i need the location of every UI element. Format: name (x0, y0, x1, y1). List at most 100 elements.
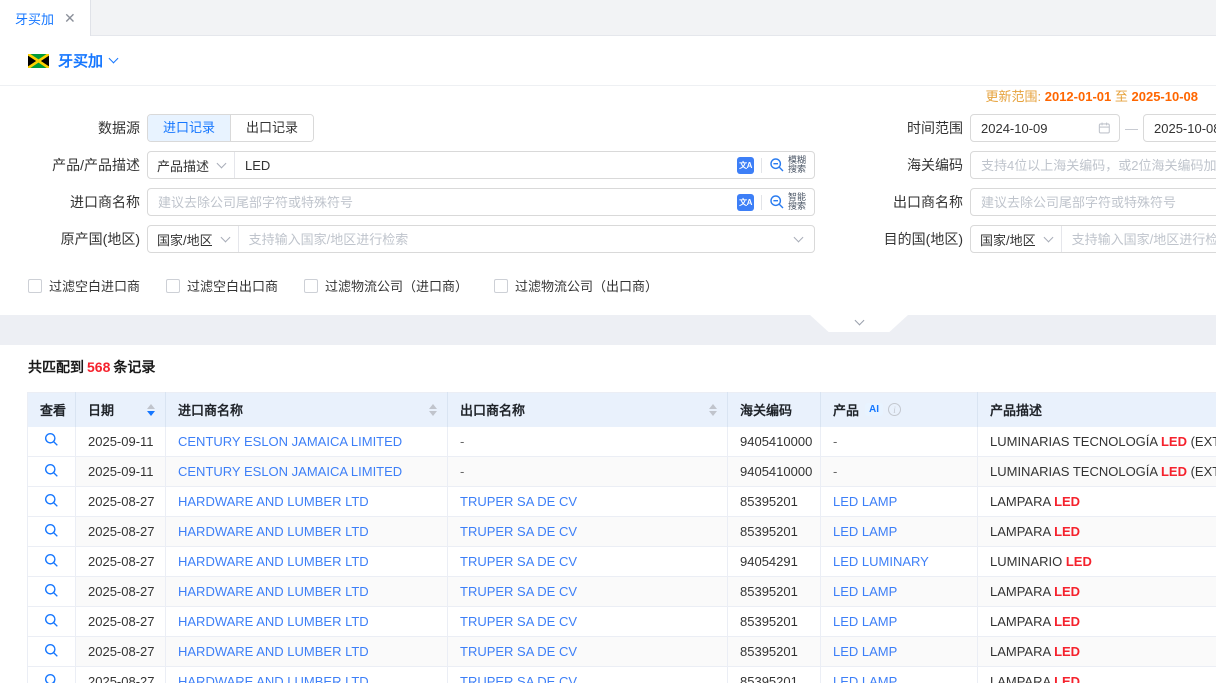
data-source-label: 数据源 (0, 118, 140, 138)
exporter-cell: TRUPER SA DE CV (448, 487, 728, 517)
date-start-input[interactable] (981, 121, 1098, 136)
product-search-box: 产品描述 文A 模糊搜索 (147, 151, 815, 179)
sort-icon[interactable] (429, 404, 439, 416)
importer-link[interactable]: HARDWARE AND LUMBER LTD (178, 494, 369, 509)
description-highlight: LED (1161, 464, 1187, 479)
search-icon (769, 157, 785, 173)
filter-checkbox-3[interactable]: 过滤物流公司（出口商） (494, 276, 658, 295)
exporter-input[interactable] (971, 189, 1216, 215)
product-link[interactable]: LED LAMP (833, 614, 897, 629)
filter-checkbox-2[interactable]: 过滤物流公司（进口商） (304, 276, 468, 295)
destination-country-select[interactable]: 国家/地区 (971, 226, 1062, 252)
description-cell: LUMINARIO LED (978, 547, 1216, 577)
destination-input[interactable] (1062, 226, 1216, 252)
origin-country-select[interactable]: 国家/地区 (148, 226, 239, 252)
view-record-icon[interactable] (44, 583, 59, 598)
close-icon[interactable]: ✕ (64, 11, 76, 25)
importer-link[interactable]: HARDWARE AND LUMBER LTD (178, 584, 369, 599)
exporter-link[interactable]: TRUPER SA DE CV (460, 524, 577, 539)
product-link[interactable]: LED LAMP (833, 494, 897, 509)
description-text: LAMPARA (990, 614, 1054, 629)
filter-checkbox-0[interactable]: 过滤空白进口商 (28, 276, 140, 295)
exporter-link[interactable]: TRUPER SA DE CV (460, 614, 577, 629)
record-count: 568 (84, 359, 113, 375)
product-link[interactable]: LED LAMP (833, 584, 897, 599)
data-source-option-0[interactable]: 进口记录 (148, 115, 230, 141)
view-record-icon[interactable] (44, 553, 59, 568)
importer-link[interactable]: HARDWARE AND LUMBER LTD (178, 614, 369, 629)
empty-value: - (833, 464, 837, 479)
data-source-option-1[interactable]: 出口记录 (230, 115, 313, 141)
column-label: 日期 (88, 400, 114, 419)
chevron-down-icon[interactable] (109, 54, 119, 64)
product-type-select[interactable]: 产品描述 (148, 152, 235, 178)
exporter-link[interactable]: TRUPER SA DE CV (460, 674, 577, 683)
hs-code-cell: 94054291 (728, 547, 821, 577)
product-link[interactable]: LED LUMINARY (833, 554, 929, 569)
chevron-down-icon[interactable] (794, 232, 804, 242)
sort-icon[interactable] (147, 404, 157, 416)
calendar-icon[interactable] (1098, 121, 1111, 135)
view-record-icon[interactable] (44, 493, 59, 508)
product-cell: LED LAMP (821, 667, 978, 683)
translate-icon[interactable]: 文A (737, 157, 754, 174)
product-search-input[interactable] (235, 152, 737, 178)
importer-label: 进口商名称 (0, 192, 140, 212)
product-link[interactable]: LED LAMP (833, 674, 897, 683)
country-name[interactable]: 牙买加 (58, 50, 103, 71)
importer-link[interactable]: CENTURY ESLON JAMAICA LIMITED (178, 434, 402, 449)
view-cell (28, 487, 76, 517)
view-record-icon[interactable] (44, 613, 59, 628)
info-icon[interactable]: i (888, 403, 901, 416)
product-cell: LED LAMP (821, 487, 978, 517)
importer-link[interactable]: HARDWARE AND LUMBER LTD (178, 524, 369, 539)
smart-search-button[interactable]: 智能搜索 (769, 193, 806, 212)
description-cell: LUMINARIAS TECNOLOGÍA LED (EXT... (978, 457, 1216, 487)
ai-badge: AI (865, 403, 883, 416)
exporter-link[interactable]: TRUPER SA DE CV (460, 584, 577, 599)
view-record-icon[interactable] (44, 673, 59, 683)
view-record-icon[interactable] (44, 432, 59, 447)
product-cell: LED LAMP (821, 577, 978, 607)
view-record-icon[interactable] (44, 463, 59, 478)
filter-checkbox-1[interactable]: 过滤空白出口商 (166, 276, 278, 295)
exporter-link[interactable]: TRUPER SA DE CV (460, 554, 577, 569)
column-header-0: 查看 (28, 393, 76, 427)
date-end-input[interactable] (1154, 121, 1216, 136)
view-cell (28, 577, 76, 607)
tab-jamaica[interactable]: 牙买加 ✕ (0, 0, 91, 36)
time-range-label: 时间范围 (815, 118, 963, 138)
product-cell: - (821, 427, 978, 457)
product-link[interactable]: LED LAMP (833, 644, 897, 659)
table-row: 2025-09-11 CENTURY ESLON JAMAICA LIMITED -… (28, 457, 1216, 487)
view-record-icon[interactable] (44, 643, 59, 658)
view-cell (28, 547, 76, 577)
exporter-link[interactable]: TRUPER SA DE CV (460, 494, 577, 509)
collapse-filter-handle[interactable] (810, 315, 908, 332)
column-label: 出口商名称 (460, 400, 525, 419)
importer-link[interactable]: HARDWARE AND LUMBER LTD (178, 554, 369, 569)
exporter-label: 出口商名称 (815, 192, 963, 212)
column-header-2[interactable]: 进口商名称 (166, 393, 448, 427)
product-link[interactable]: LED LAMP (833, 524, 897, 539)
date-cell: 2025-09-11 (76, 457, 166, 487)
origin-input[interactable] (239, 226, 795, 252)
update-range-from: 2012-01-01 (1045, 89, 1112, 104)
column-header-1[interactable]: 日期 (76, 393, 166, 427)
view-record-icon[interactable] (44, 523, 59, 538)
destination-label: 目的国(地区) (815, 229, 963, 249)
date-cell: 2025-08-27 (76, 637, 166, 667)
importer-input[interactable] (148, 189, 737, 215)
fuzzy-search-button[interactable]: 模糊搜索 (769, 156, 806, 175)
importer-link[interactable]: HARDWARE AND LUMBER LTD (178, 674, 369, 683)
sort-icon[interactable] (709, 404, 719, 416)
exporter-link[interactable]: TRUPER SA DE CV (460, 644, 577, 659)
importer-link[interactable]: CENTURY ESLON JAMAICA LIMITED (178, 464, 402, 479)
description-text: (EXT... (1187, 434, 1216, 449)
hs-code-input[interactable] (971, 152, 1216, 178)
importer-link[interactable]: HARDWARE AND LUMBER LTD (178, 644, 369, 659)
column-label: 海关编码 (740, 400, 792, 419)
description-cell: LAMPARA LED (978, 607, 1216, 637)
column-header-3[interactable]: 出口商名称 (448, 393, 728, 427)
translate-icon[interactable]: 文A (737, 194, 754, 211)
